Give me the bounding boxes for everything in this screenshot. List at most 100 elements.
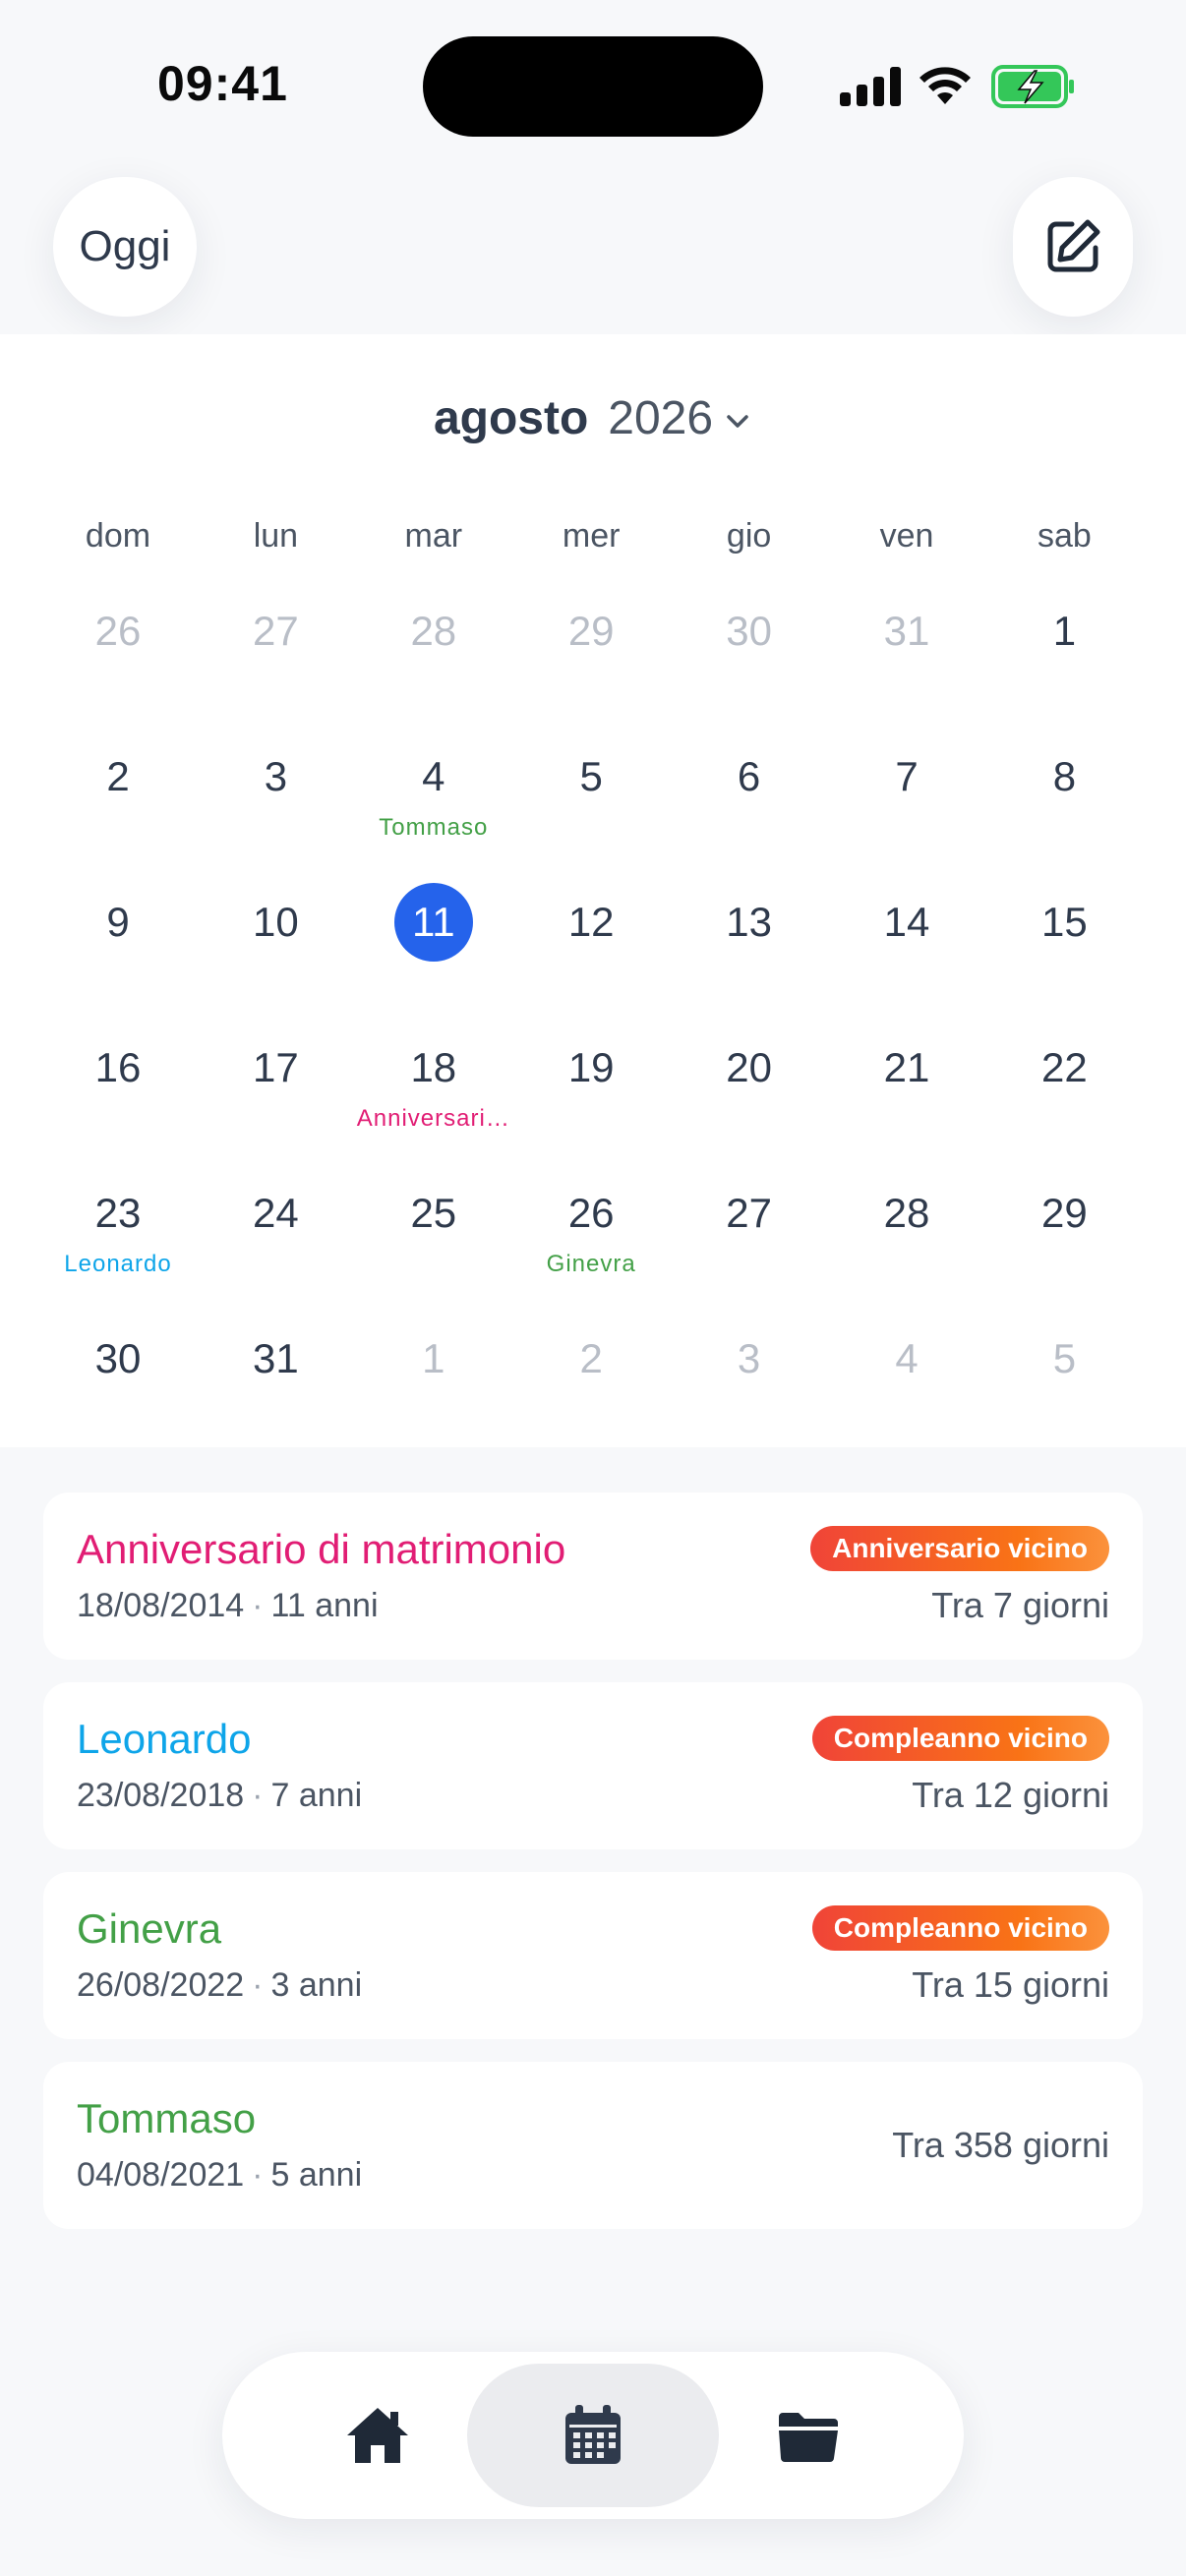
calendar-day[interactable]: 3 [197,735,354,881]
month-label: agosto [433,392,589,444]
day-number: 31 [253,1335,299,1381]
edit-button[interactable] [1013,177,1133,317]
day-number: 30 [94,1335,142,1381]
day-number: 27 [253,608,299,654]
calendar-day[interactable]: 15 [985,881,1143,1026]
weekday-dom: dom [85,517,151,555]
event-card[interactable]: Anniversario di matrimonio 18/08/2014 · 11 … [43,1493,1143,1660]
calendar-day[interactable]: 20 [671,1026,828,1172]
upcoming-badge: Compleanno vicino [811,1905,1109,1951]
calendar-day[interactable]: 4 [828,1317,985,1463]
event-card[interactable]: Tommaso 04/08/2021 · 5 anni Tra 358 giorni [43,2062,1143,2229]
day-number: 3 [264,753,288,799]
event-age: 5 anni [270,2156,363,2194]
calendar-day[interactable]: 9 [39,881,197,1026]
calendar-day[interactable]: 3 [671,1317,828,1463]
event-title: Anniversario di matrimonio [77,1526,566,1572]
calendar-day[interactable]: 28 [828,1172,985,1317]
calendar-day[interactable]: 8 [985,735,1143,881]
calendar-day[interactable]: 27 [197,590,354,735]
event-age: 11 anni [270,1587,379,1624]
year-label: 2026 [608,392,714,444]
calendar-day[interactable]: 5 [985,1317,1143,1463]
day-number: 31 [883,608,930,654]
day-number: 14 [883,899,930,945]
calendar-day[interactable]: 26 Ginevra [512,1172,670,1317]
day-number: 4 [422,753,445,799]
event-title: Leonardo [77,1716,252,1762]
day-number: 18 [410,1044,457,1090]
separator-dot: · [252,1966,264,2004]
separator-dot: · [252,1587,264,1624]
calendar-day[interactable]: 17 [197,1026,354,1172]
tab-home[interactable] [252,2364,504,2507]
calendar-day[interactable]: 2 [39,735,197,881]
calendar-day[interactable]: 2 [512,1317,670,1463]
day-number: 27 [726,1190,772,1236]
weekday-gio: gio [726,517,772,555]
wifi-icon [919,67,971,104]
weekday-ven: ven [879,517,934,555]
calendar-day[interactable]: 21 [828,1026,985,1172]
calendar-day[interactable]: 10 [197,881,354,1026]
calendar-day[interactable]: 16 [39,1026,197,1172]
event-date: 18/08/2014 [77,1587,245,1624]
cellular-signal-icon [840,67,901,106]
calendar-day[interactable]: 7 [828,735,985,881]
calendar-day[interactable]: 5 [512,735,670,881]
calendar-day[interactable]: 31 [828,590,985,735]
upcoming-badge: Anniversario vicino [810,1526,1109,1571]
calendar-day[interactable]: 18 Anniversari… [355,1026,512,1172]
day-event-label: Tommaso [379,814,489,841]
calendar-day[interactable]: 30 [39,1317,197,1463]
calendar-day[interactable]: 14 [828,881,985,1026]
calendar-day[interactable]: 28 [355,590,512,735]
home-icon [347,2408,408,2463]
day-number: 2 [106,753,130,799]
day-event-label: Ginevra [546,1251,636,1277]
calendar-day[interactable]: 19 [512,1026,670,1172]
status-bar: 09:41 [0,0,1186,147]
calendar-day[interactable]: 31 [197,1317,354,1463]
weekday-lun: lun [253,517,299,555]
day-number: 22 [1041,1044,1088,1090]
day-number: 16 [94,1044,142,1090]
month-year-selector[interactable]: agosto 2026 [0,391,1186,445]
day-number: 28 [883,1190,930,1236]
separator-dot: · [252,1777,264,1814]
weekday-sab: sab [1037,517,1092,555]
calendar-day[interactable]: 29 [985,1172,1143,1317]
calendar-panel: agosto 2026 dom lun mar mer gio ven sab 26 27 28 2… [0,334,1186,1447]
event-countdown: Tra 7 giorni [931,1585,1109,1625]
calendar-day[interactable]: 22 [985,1026,1143,1172]
event-title: Ginevra [77,1905,222,1952]
calendar-day[interactable]: 30 [671,590,828,735]
event-countdown: Tra 358 giorni [892,2125,1109,2165]
calendar-day[interactable]: 25 [355,1172,512,1317]
tab-calendar[interactable] [467,2364,719,2507]
calendar-day[interactable]: 26 [39,590,197,735]
calendar-day[interactable]: 27 [671,1172,828,1317]
event-date: 23/08/2018 [77,1777,245,1814]
tab-folder[interactable] [682,2364,934,2507]
day-number: 1 [1052,608,1077,654]
calendar-day-today[interactable]: 11 [355,881,512,1026]
folder-icon [779,2413,838,2462]
day-number: 24 [253,1190,299,1236]
calendar-day[interactable]: 6 [671,735,828,881]
calendar-day[interactable]: 29 [512,590,670,735]
day-number: 26 [94,608,142,654]
calendar-day[interactable]: 24 [197,1172,354,1317]
calendar-day[interactable]: 4 Tommaso [355,735,512,881]
calendar-day[interactable]: 12 [512,881,670,1026]
day-number: 9 [106,899,130,945]
event-card[interactable]: Leonardo 23/08/2018 · 7 anni Compleanno vici… [43,1682,1143,1849]
day-number: 8 [1052,753,1077,799]
calendar-day[interactable]: 1 [985,590,1143,735]
day-number: 3 [737,1335,761,1381]
calendar-day[interactable]: 13 [671,881,828,1026]
today-button[interactable]: Oggi [53,177,197,317]
event-card[interactable]: Ginevra 26/08/2022 · 3 anni Compleanno vicin… [43,1872,1143,2039]
calendar-day[interactable]: 1 [355,1317,512,1463]
calendar-day[interactable]: 23 Leonardo [39,1172,197,1317]
